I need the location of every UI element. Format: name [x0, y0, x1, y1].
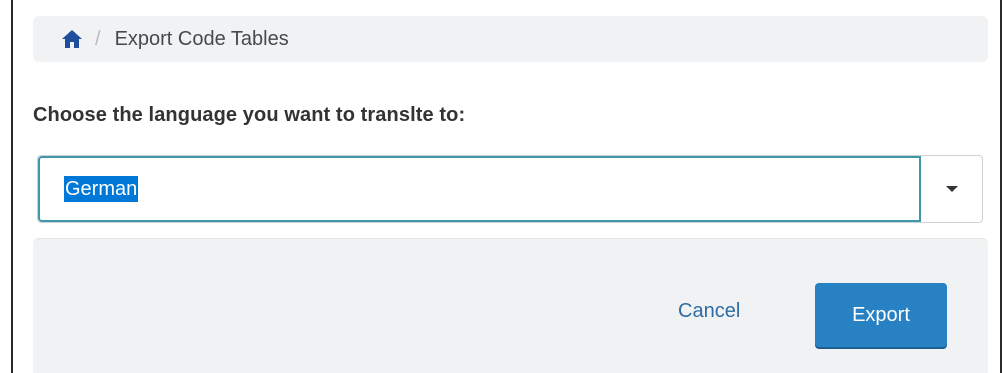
window-border-left — [11, 0, 13, 373]
breadcrumb: / Export Code Tables — [33, 16, 988, 62]
language-prompt-label: Choose the language you want to translte… — [33, 104, 466, 126]
breadcrumb-separator: / — [95, 27, 101, 50]
language-selected-value: German — [64, 176, 139, 202]
chevron-down-icon — [946, 186, 958, 192]
language-select[interactable]: German — [37, 155, 983, 223]
cancel-button[interactable]: Cancel — [678, 300, 740, 323]
export-button[interactable]: Export — [815, 283, 947, 347]
language-select-input[interactable]: German — [38, 156, 921, 222]
home-icon[interactable] — [61, 29, 83, 49]
language-dropdown-toggle[interactable] — [922, 156, 982, 222]
breadcrumb-current: Export Code Tables — [114, 27, 289, 50]
